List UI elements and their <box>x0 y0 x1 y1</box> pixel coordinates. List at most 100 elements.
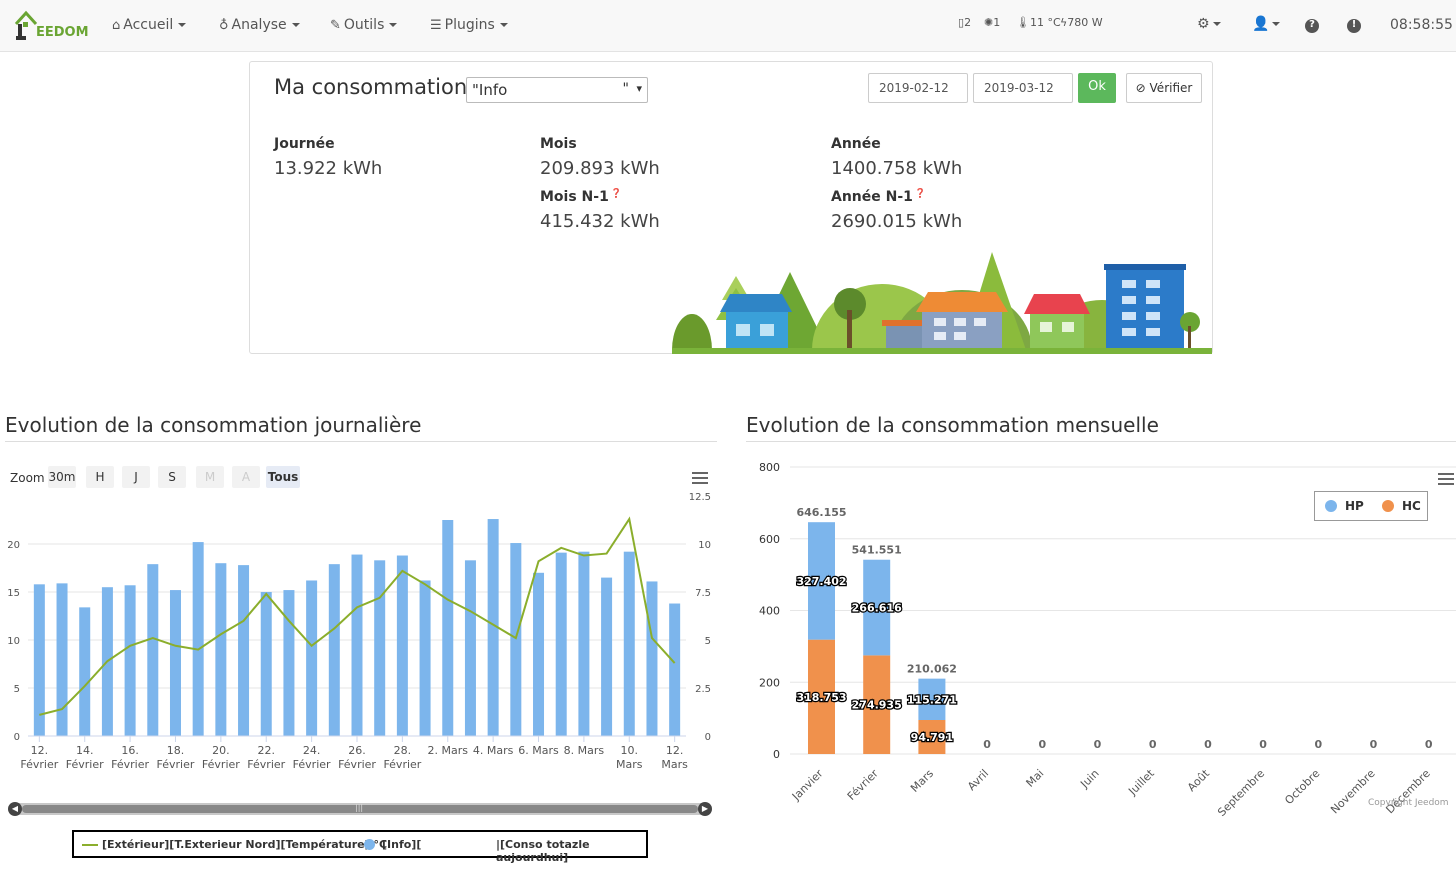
caret-down-icon <box>1212 22 1221 26</box>
verify-button[interactable]: ⊘ Vérifier <box>1126 73 1202 103</box>
daily-bar <box>464 560 476 736</box>
x-tick-label: Février <box>383 758 421 771</box>
verify-label: Vérifier <box>1149 81 1193 95</box>
daily-bar <box>669 603 681 736</box>
legend-total-item[interactable]: |[Conso totazle aujourdhui] <box>496 838 646 864</box>
daily-bar <box>374 560 386 736</box>
x-tick-label: 16. <box>121 744 139 757</box>
help-icon[interactable]: ? <box>1305 19 1319 33</box>
menu-accueil-label: Accueil <box>123 17 174 33</box>
user-menu[interactable]: 👤 <box>1252 16 1281 32</box>
y-right-tick-label: 10 <box>698 540 711 551</box>
legend-temp-item[interactable]: [Extérieur][T.Exterieur Nord][Températur… <box>102 838 387 851</box>
x-tick-label: Février <box>157 758 195 771</box>
consumption-summary-card: Ma consommation "Info " ▾ 2019-02-12 201… <box>249 61 1213 354</box>
settings-menu[interactable]: ⚙ <box>1197 16 1221 32</box>
daily-bar <box>79 607 91 736</box>
x-tick-label: Mai <box>1024 767 1047 790</box>
legend-info-swatch <box>364 839 375 850</box>
menu-plugins[interactable]: ☰ Plugins <box>430 17 508 33</box>
monthly-chart-title: Evolution de la consommation mensuelle <box>746 413 1456 442</box>
equipment-select[interactable]: "Info " ▾ <box>466 77 648 103</box>
zoom-a-button[interactable]: A <box>232 466 260 488</box>
month-value: 209.893 kWh <box>540 158 660 179</box>
daily-bar <box>169 590 181 736</box>
legend-hp-swatch <box>1325 500 1337 512</box>
daily-chart-legend: [Extérieur][T.Exterieur Nord][Températur… <box>72 830 648 864</box>
gears-icon: ⚙ <box>1197 16 1210 32</box>
x-tick-label: Novembre <box>1328 767 1378 817</box>
alert-icon[interactable]: ! <box>1347 19 1361 33</box>
monthly-chart-legend: HP HC <box>1314 491 1428 521</box>
total-label: 0 <box>1149 738 1157 751</box>
zoom-all-button[interactable]: Tous <box>266 466 300 488</box>
daily-bar <box>283 590 295 736</box>
daily-bar <box>419 580 431 736</box>
daily-bar <box>192 542 204 736</box>
x-tick-label: Mars <box>908 767 936 795</box>
door-status[interactable]: ▯2 <box>958 16 971 29</box>
prev-month-value: 415.432 kWh <box>540 211 660 232</box>
x-tick-label: Février <box>247 758 285 771</box>
daily-chart-menu-icon[interactable] <box>692 472 708 484</box>
zoom-m-button[interactable]: M <box>196 466 224 488</box>
stethoscope-icon: ♁ <box>219 18 229 33</box>
prev-month-label: Mois N-1 <box>540 189 609 205</box>
daily-bar <box>56 583 68 736</box>
navbar: EEDOM ⌂ Accueil ♁ Analyse ✎ Outils ☰ Plugins… <box>0 0 1456 52</box>
y-left-tick-label: 20 <box>7 540 20 551</box>
menu-accueil[interactable]: ⌂ Accueil <box>112 17 187 33</box>
total-label: 0 <box>1314 738 1322 751</box>
power-status[interactable]: ϟ780 W <box>1060 16 1103 29</box>
caret-down-icon <box>1272 22 1281 26</box>
y-right-tick-label: 5 <box>705 636 711 647</box>
scroll-right-icon[interactable]: ▶ <box>698 802 712 816</box>
copyright-text: Copyright Jeedom <box>1368 798 1449 808</box>
hc-data-label: 318.753 <box>796 691 846 704</box>
total-label: 0 <box>1094 738 1102 751</box>
zoom-s-button[interactable]: S <box>158 466 186 488</box>
caret-down-icon <box>178 23 187 27</box>
date-from-input[interactable]: 2019-02-12 <box>868 73 968 103</box>
legend-hc-item[interactable]: HC <box>1402 499 1421 513</box>
y-right-tick-label: 12.5 <box>689 492 711 503</box>
question-icon[interactable]: ❓ <box>915 189 926 199</box>
y-left-tick-label: 10 <box>7 636 20 647</box>
x-tick-label: Avril <box>965 767 991 793</box>
lightbulb-icon: ✺ <box>984 16 994 29</box>
scroll-grip-icon: ||| <box>355 803 364 812</box>
power-value: 780 W <box>1067 16 1103 29</box>
y-left-tick-label: 0 <box>14 732 20 743</box>
legend-hp-item[interactable]: HP <box>1345 499 1364 513</box>
menu-outils[interactable]: ✎ Outils <box>330 17 398 33</box>
daily-bar <box>555 552 567 736</box>
caret-down-icon <box>499 23 508 27</box>
menu-analyse[interactable]: ♁ Analyse <box>219 17 300 33</box>
x-tick-label: 8. Mars <box>564 744 605 757</box>
jeedom-logo[interactable]: EEDOM <box>14 10 89 44</box>
scroll-left-icon[interactable]: ◀ <box>8 802 22 816</box>
prev-month-label-wrap: Mois N-1 ❓ <box>540 189 622 205</box>
zoom-j-button[interactable]: J <box>122 466 150 488</box>
zoom-h-button[interactable]: H <box>86 466 114 488</box>
hc-data-label: 94.791 <box>911 731 953 744</box>
door-count: 2 <box>964 16 972 29</box>
legend-info-item[interactable]: [Info][ <box>382 838 421 851</box>
question-icon[interactable]: ❓ <box>611 189 622 199</box>
list-icon: ☰ <box>430 18 442 33</box>
x-tick-label: 22. <box>257 744 275 757</box>
light-status[interactable]: ✺1 <box>984 16 1000 29</box>
day-label: Journée <box>274 136 335 152</box>
temperature-status[interactable]: 🌡11 °C <box>1016 16 1061 29</box>
daily-bar <box>510 543 522 736</box>
date-to-input[interactable]: 2019-03-12 <box>973 73 1073 103</box>
total-label: 210.062 <box>907 663 957 676</box>
hp-data-label: 327.402 <box>796 575 846 588</box>
ok-button[interactable]: Ok <box>1078 73 1116 103</box>
chart-navigator-scrollbar[interactable]: ◀ ||| ▶ <box>8 802 712 816</box>
zoom-30m-button[interactable]: 30m <box>48 466 76 488</box>
y-tick-label: 800 <box>759 461 780 474</box>
y-left-tick-label: 5 <box>14 684 20 695</box>
daily-chart: 0510152002.557.51012.512.Février14.Févri… <box>7 492 711 771</box>
legend-temp-swatch <box>82 844 98 846</box>
